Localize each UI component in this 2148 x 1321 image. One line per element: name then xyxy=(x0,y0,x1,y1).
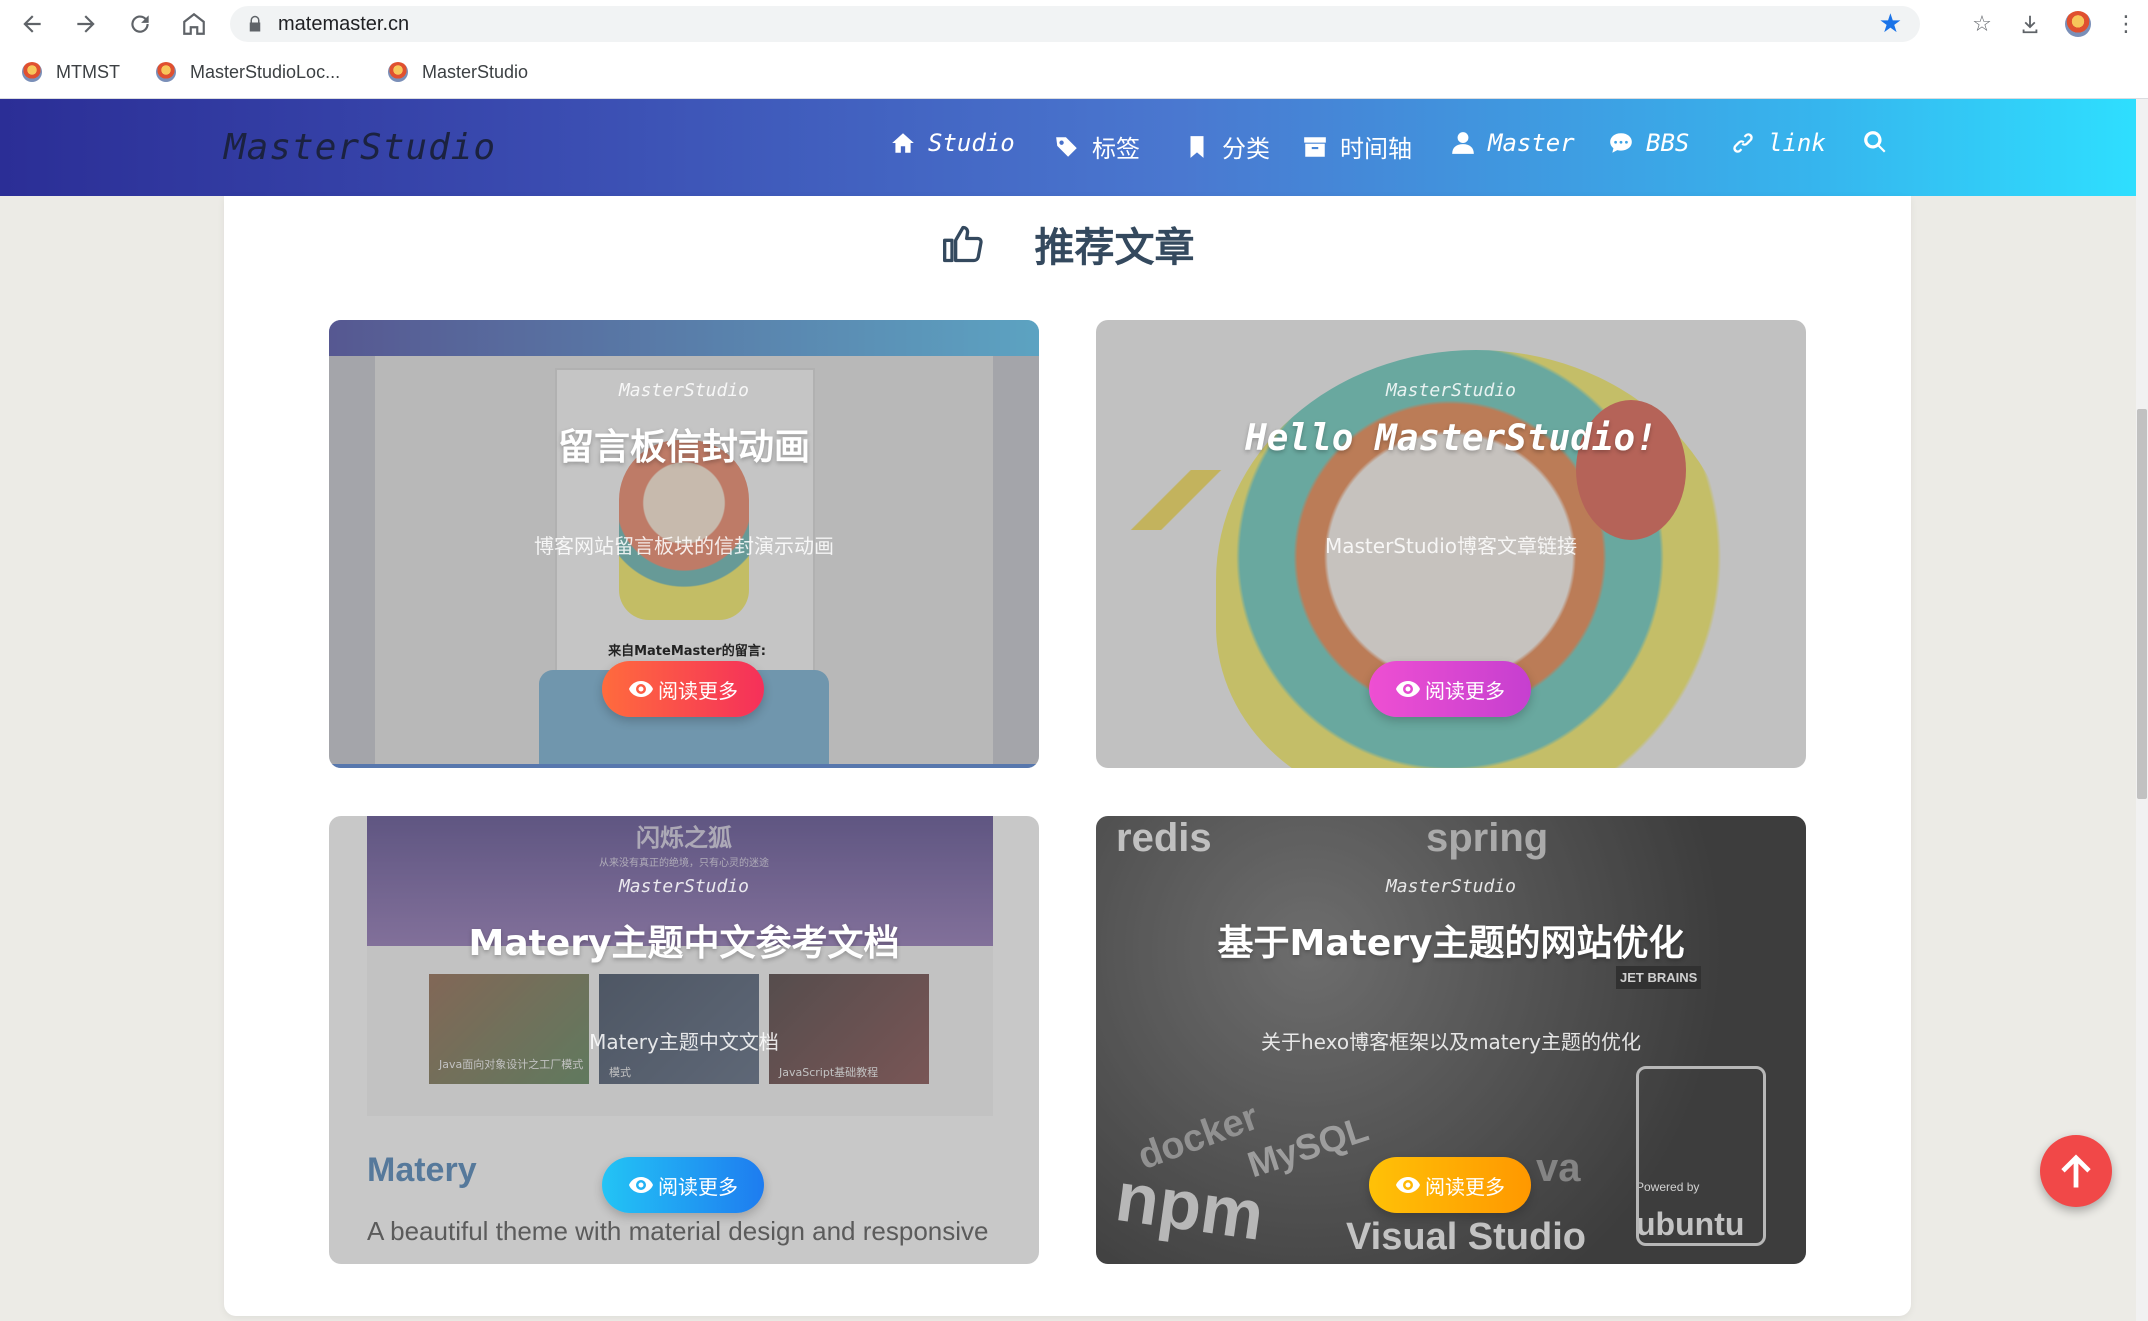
read-more-label: 阅读更多 xyxy=(658,1174,738,1199)
read-more-button[interactable]: 阅读更多 xyxy=(602,661,764,717)
page-scrollbar[interactable] xyxy=(2136,99,2148,1321)
bookmark-icon xyxy=(1190,135,1204,158)
bookmarks-bar: MTMST MasterStudioLoc... MasterStudio xyxy=(0,56,2148,88)
scrollbar-thumb[interactable] xyxy=(2137,409,2147,799)
article-description: Matery主题中文文档 xyxy=(589,1030,779,1054)
article-title: 留言板信封动画 xyxy=(557,427,810,468)
recommended-section: 推荐文章 来自MateMaster的留言: MasterStudio 留言板信封… xyxy=(224,196,1911,1316)
comments-icon xyxy=(1610,133,1632,153)
favicon-icon xyxy=(22,62,42,82)
read-more-button[interactable]: 阅读更多 xyxy=(1369,661,1531,717)
favicon-icon xyxy=(156,62,176,82)
lock-icon xyxy=(249,15,261,32)
link-icon xyxy=(1733,133,1753,153)
nav-categories[interactable]: 分类 xyxy=(1184,129,1270,164)
profile-avatar-icon[interactable] xyxy=(2060,6,2096,42)
article-site: MasterStudio xyxy=(1385,380,1517,401)
bookmark-label: MTMST xyxy=(56,61,120,82)
forward-icon[interactable] xyxy=(68,6,104,42)
tags-icon xyxy=(1056,136,1077,157)
browser-toolbar: matemaster.cn ★ ☆ ⋮ xyxy=(0,0,2148,48)
nav-label: 标签 xyxy=(1092,135,1140,163)
bookmark-label: MasterStudioLoc... xyxy=(190,61,341,82)
url-text: matemaster.cn xyxy=(278,13,410,35)
nav-timeline[interactable]: 时间轴 xyxy=(1302,129,1412,164)
web-page: MasterStudio Studio 标签 分类 时间轴 Master BBS… xyxy=(0,99,2148,1321)
article-site: MasterStudio xyxy=(618,876,750,897)
eye-icon xyxy=(629,1177,653,1193)
eye-icon xyxy=(629,681,653,697)
site-logo[interactable]: MasterStudio xyxy=(224,127,496,168)
address-bar[interactable]: matemaster.cn ★ xyxy=(230,6,1920,42)
user-icon xyxy=(1452,132,1474,154)
nav-master[interactable]: Master xyxy=(1450,129,1575,157)
article-title: Hello MasterStudio! xyxy=(1245,418,1657,459)
article-card[interactable]: MasterStudio Hello MasterStudio! MasterS… xyxy=(1096,320,1806,768)
eye-icon xyxy=(1396,681,1420,697)
browser-chrome: matemaster.cn ★ ☆ ⋮ MTMST MasterStudioLo… xyxy=(0,0,2148,99)
nav-label: link xyxy=(1768,129,1826,157)
article-site: MasterStudio xyxy=(1385,876,1517,897)
bookmark-item[interactable]: MasterStudioLoc... xyxy=(156,56,340,88)
bookmark-item[interactable]: MTMST xyxy=(22,56,120,88)
bookmark-item[interactable]: MasterStudio xyxy=(388,56,528,88)
nav-label: BBS xyxy=(1646,129,1690,157)
nav-bbs[interactable]: BBS xyxy=(1608,129,1689,157)
site-header: MasterStudio Studio 标签 分类 时间轴 Master BBS… xyxy=(0,99,2148,196)
section-title-text: 推荐文章 xyxy=(1034,225,1195,271)
article-title: Matery主题中文参考文档 xyxy=(468,923,900,964)
home-icon xyxy=(892,133,914,153)
read-more-button[interactable]: 阅读更多 xyxy=(1369,1157,1531,1213)
home-button-icon[interactable] xyxy=(176,6,212,42)
nav-label: Studio xyxy=(928,129,1015,157)
arrow-up-icon xyxy=(2061,1154,2091,1188)
back-icon[interactable] xyxy=(14,6,50,42)
article-site: MasterStudio xyxy=(618,380,750,401)
read-more-label: 阅读更多 xyxy=(1425,1174,1505,1199)
article-title: 基于Matery主题的网站优化 xyxy=(1217,923,1685,964)
nav-tags[interactable]: 标签 xyxy=(1054,129,1140,164)
favicon-icon xyxy=(388,62,408,82)
reload-icon[interactable] xyxy=(122,6,158,42)
search-button[interactable] xyxy=(1862,129,1888,155)
read-more-label: 阅读更多 xyxy=(658,678,738,703)
nav-studio[interactable]: Studio xyxy=(890,129,1015,157)
download-icon[interactable] xyxy=(2012,6,2048,42)
article-description: 博客网站留言板块的信封演示动画 xyxy=(534,534,834,558)
nav-label: Master xyxy=(1488,129,1575,157)
nav-label: 分类 xyxy=(1222,135,1270,163)
article-description: MasterStudio博客文章链接 xyxy=(1324,534,1577,558)
thumbs-up-icon xyxy=(942,225,983,263)
article-card[interactable]: redis spring docker MySQL npm Visual Stu… xyxy=(1096,816,1806,1264)
article-card[interactable]: 闪烁之狐 从来没有真正的绝境，只有心灵的迷途 Java面向对象设计之工厂模式 模… xyxy=(329,816,1039,1264)
menu-icon[interactable]: ⋮ xyxy=(2108,6,2144,42)
eye-icon xyxy=(1396,1177,1420,1193)
nav-label: 时间轴 xyxy=(1340,135,1412,163)
read-more-label: 阅读更多 xyxy=(1425,678,1505,703)
bookmark-star-icon[interactable]: ★ xyxy=(1879,9,1902,39)
reading-list-icon[interactable]: ☆ xyxy=(1964,6,2000,42)
article-description: 关于hexo博客框架以及matery主题的优化 xyxy=(1260,1030,1642,1054)
archive-icon xyxy=(1304,136,1326,157)
section-title: 推荐文章 xyxy=(224,214,1911,274)
back-to-top-button[interactable] xyxy=(2040,1135,2112,1207)
article-card[interactable]: 来自MateMaster的留言: MasterStudio 留言板信封动画 博客… xyxy=(329,320,1039,768)
nav-link[interactable]: link xyxy=(1730,129,1826,157)
search-icon xyxy=(1864,131,1886,153)
bookmark-label: MasterStudio xyxy=(422,61,529,82)
read-more-button[interactable]: 阅读更多 xyxy=(602,1157,764,1213)
